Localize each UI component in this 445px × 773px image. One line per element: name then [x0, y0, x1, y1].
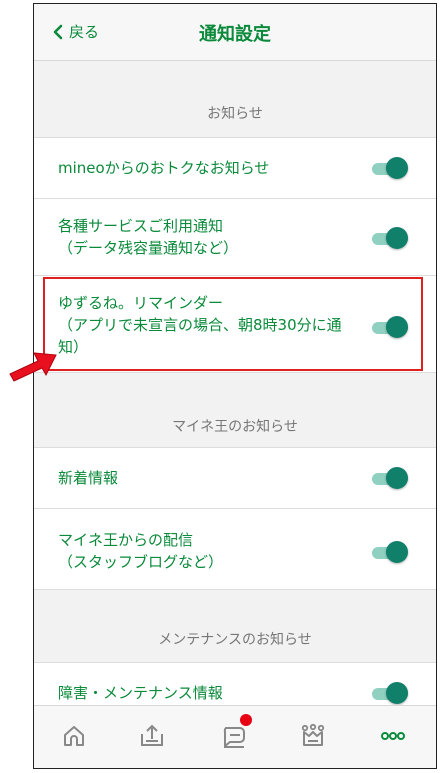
notification-badge [240, 714, 252, 726]
setting-label: mineoからのおトクなお知らせ [58, 159, 270, 177]
bottom-tab-bar [34, 705, 436, 768]
toggle-switch[interactable] [372, 227, 408, 249]
pointer-arrow-icon [9, 352, 57, 382]
crown-icon [301, 723, 325, 746]
upload-tray-icon [141, 724, 163, 746]
setting-label: 新着情報 [58, 469, 119, 487]
highlight-box [43, 277, 423, 371]
toggle-switch[interactable] [372, 682, 408, 704]
section-heading-notices: お知らせ [207, 106, 263, 122]
tab-more[interactable] [377, 720, 409, 752]
setting-row-service-usage: 各種サービスご利用通知 （データ残容量通知など） [34, 198, 436, 276]
setting-label: マイネ王からの配信 （スタッフブログなど） [58, 531, 224, 571]
toggle-switch[interactable] [372, 541, 408, 563]
tab-crown[interactable] [297, 720, 329, 752]
toggle-switch[interactable] [372, 467, 408, 489]
tab-upload[interactable] [136, 720, 168, 752]
setting-label: 障害・メンテナンス情報 [58, 684, 223, 702]
more-icon [381, 732, 405, 740]
chat-icon [223, 727, 245, 749]
page-title: 通知設定 [199, 24, 271, 45]
setting-row-new-info: 新着情報 [34, 447, 436, 509]
setting-row-mineou-delivery: マイネ王からの配信 （スタッフブログなど） [34, 508, 436, 590]
home-icon [64, 726, 84, 746]
setting-label: 各種サービスご利用通知 （データ残容量通知など） [58, 217, 239, 257]
tab-home[interactable] [58, 720, 90, 752]
header-bar: 戻る 通知設定 [34, 4, 436, 61]
section-heading-maintenance: メンテナンスのお知らせ [158, 632, 312, 648]
phone-screen: 戻る 通知設定 お知らせ mineoからのおトクなお知らせ 各種サービスご利用通… [33, 3, 437, 769]
tab-chat[interactable] [218, 714, 252, 752]
toggle-switch[interactable] [372, 157, 408, 179]
section-heading-mineou: マイネ王のお知らせ [172, 419, 298, 435]
setting-row-mineo-deals: mineoからのおトクなお知らせ [34, 137, 436, 199]
